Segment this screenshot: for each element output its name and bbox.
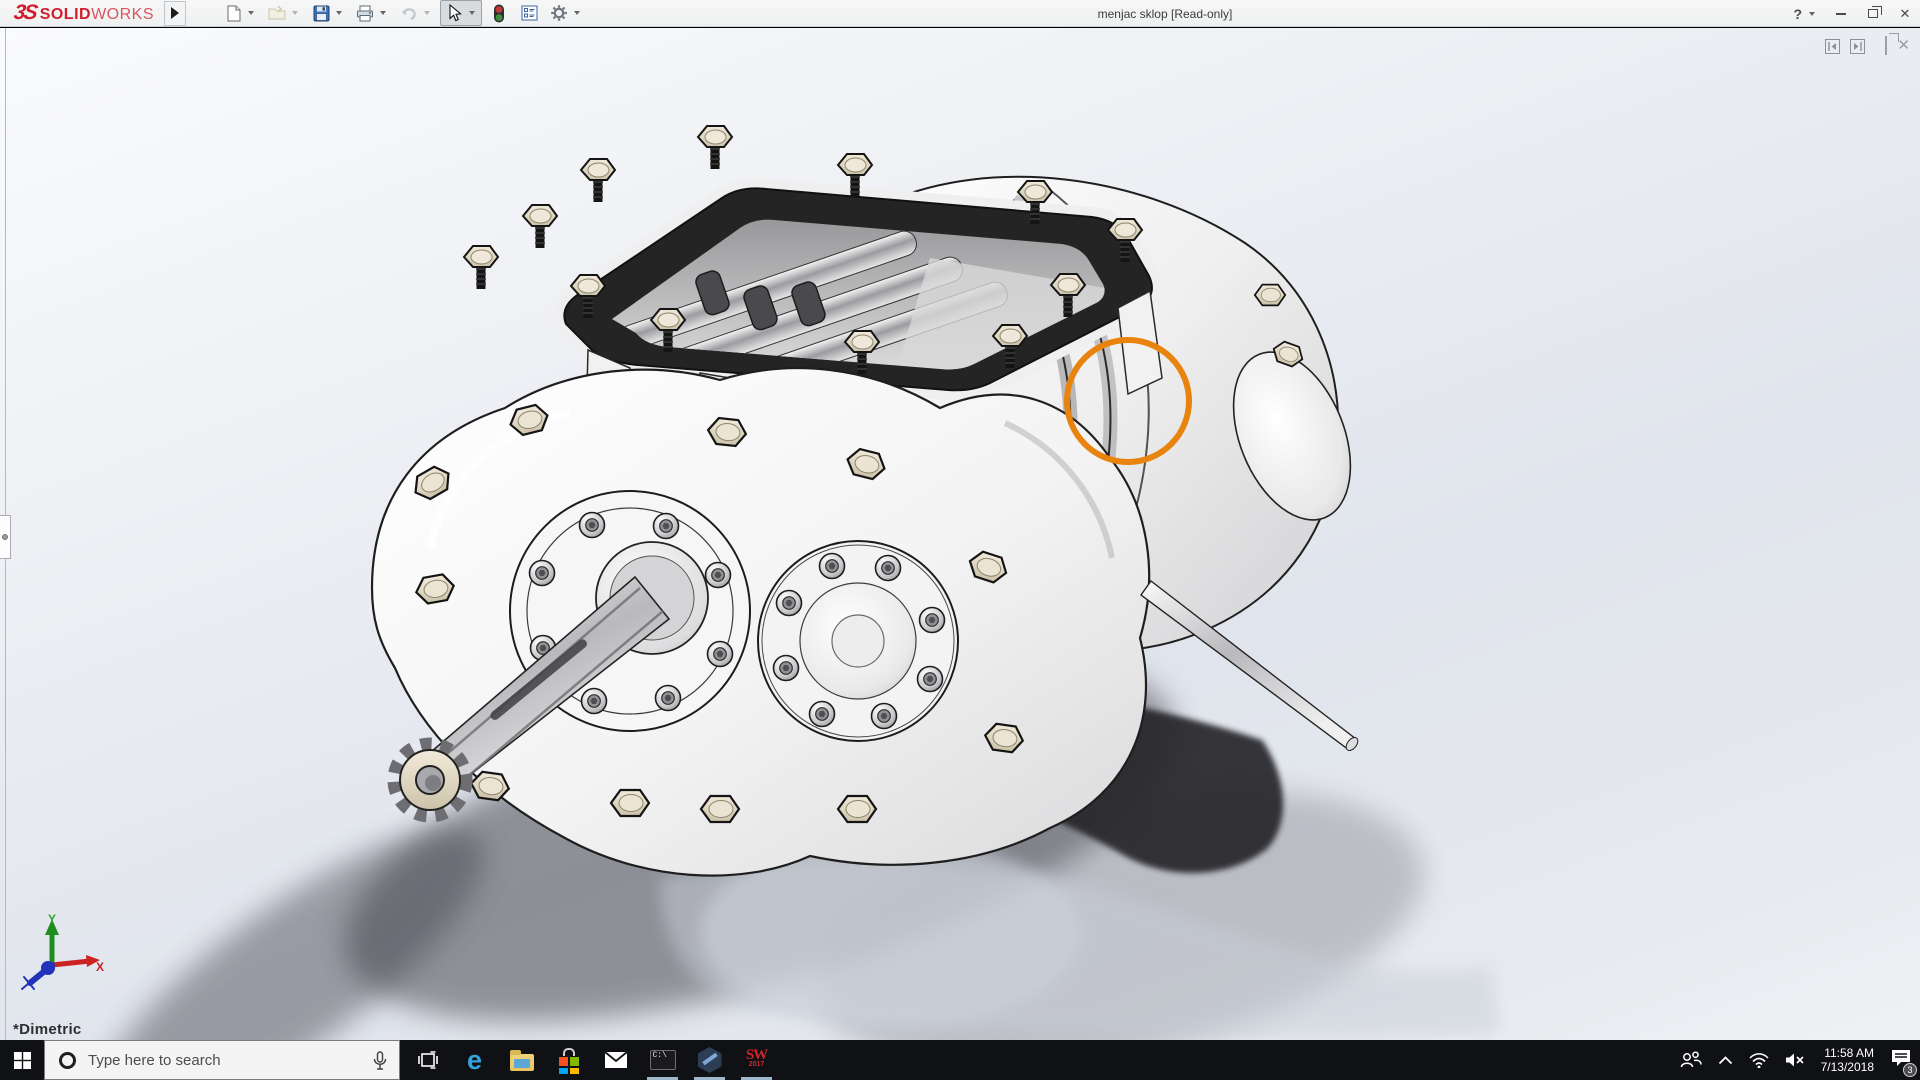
quick-access-toolbar xyxy=(220,0,586,26)
gearbox-3d-model[interactable] xyxy=(0,28,1920,1040)
featuremanager-splitter-tab[interactable] xyxy=(0,515,11,559)
undo-arrow-icon xyxy=(400,6,418,21)
pane-left-icon xyxy=(1827,41,1838,52)
help-dropdown[interactable] xyxy=(1809,12,1815,16)
people-icon[interactable] xyxy=(1680,1051,1702,1069)
mail-button[interactable] xyxy=(592,1040,639,1080)
open-folder-icon xyxy=(268,5,286,21)
print-icon xyxy=(356,5,374,22)
options-dropdown[interactable] xyxy=(574,11,580,15)
file-explorer-button[interactable] xyxy=(498,1040,545,1080)
minimize-icon xyxy=(1836,13,1846,15)
search-input[interactable] xyxy=(88,1052,373,1069)
restore-button[interactable] xyxy=(1864,5,1882,23)
doc-restore-icon xyxy=(1885,36,1887,55)
wifi-icon[interactable] xyxy=(1749,1053,1769,1068)
splitter-dot-icon xyxy=(2,534,8,540)
save-floppy-icon xyxy=(313,5,330,22)
command-prompt-icon: C:\ xyxy=(650,1050,676,1070)
taskbar-search[interactable] xyxy=(44,1040,400,1080)
action-center-button[interactable]: 3 xyxy=(1890,1048,1912,1073)
undo-button[interactable] xyxy=(399,3,419,23)
pane-right-button[interactable] xyxy=(1850,39,1865,54)
clock-date: 7/13/2018 xyxy=(1821,1060,1874,1074)
flyout-arrow-icon xyxy=(171,7,179,19)
hexagon-app-icon xyxy=(698,1047,722,1073)
triad-y-label: Y xyxy=(48,913,56,926)
volume-muted-icon[interactable] xyxy=(1785,1052,1805,1068)
open-button[interactable] xyxy=(267,3,287,23)
mail-icon xyxy=(604,1051,628,1069)
document-title: menjac sklop [Read-only] xyxy=(1020,7,1310,21)
restore-icon xyxy=(1868,9,1878,18)
windows-taskbar: e C:\ xyxy=(0,1040,1920,1080)
task-view-icon xyxy=(418,1051,438,1069)
menu-flyout-button[interactable] xyxy=(164,1,186,26)
orientation-triad: Y X xyxy=(10,913,105,998)
hidden-icons-chevron[interactable] xyxy=(1718,1056,1733,1065)
notification-badge: 3 xyxy=(1903,1063,1917,1077)
close-button[interactable]: ✕ xyxy=(1896,5,1914,23)
brand-works: WORKS xyxy=(91,6,154,24)
triad-x-label: X xyxy=(96,960,104,974)
options-button[interactable] xyxy=(549,3,569,23)
microphone-icon[interactable] xyxy=(373,1051,387,1070)
solidworks-logo: 3S SOLIDWORKS xyxy=(14,1,154,25)
taskbar-apps: e C:\ xyxy=(404,1040,780,1080)
gear-icon xyxy=(550,4,568,22)
cortana-icon[interactable] xyxy=(59,1052,76,1069)
rebuild-button[interactable] xyxy=(489,3,509,23)
pane-right-icon xyxy=(1852,41,1863,52)
print-dropdown[interactable] xyxy=(380,11,386,15)
new-document-icon xyxy=(225,5,242,22)
minimize-button[interactable] xyxy=(1832,5,1850,23)
select-tool-group xyxy=(440,0,482,26)
help-button[interactable]: ? xyxy=(1793,6,1802,22)
task-view-button[interactable] xyxy=(404,1040,451,1080)
print-button[interactable] xyxy=(355,3,375,23)
file-properties-button[interactable] xyxy=(519,3,539,23)
document-window-controls: ✕ xyxy=(1825,37,1910,55)
title-bar: 3S SOLIDWORKS xyxy=(0,0,1920,27)
hexagon-app-button[interactable] xyxy=(686,1040,733,1080)
edge-icon: e xyxy=(467,1047,482,1073)
new-dropdown[interactable] xyxy=(248,11,254,15)
clock-time: 11:58 AM xyxy=(1821,1046,1874,1060)
file-properties-icon xyxy=(521,5,538,21)
solidworks-logo-icon: 3S xyxy=(12,1,37,25)
save-dropdown[interactable] xyxy=(336,11,342,15)
select-cursor-button[interactable] xyxy=(444,3,464,23)
select-dropdown[interactable] xyxy=(469,11,475,15)
edge-button[interactable]: e xyxy=(451,1040,498,1080)
system-tray: 11:58 AM 7/13/2018 3 xyxy=(1680,1040,1920,1080)
file-explorer-icon xyxy=(510,1054,534,1071)
new-document-button[interactable] xyxy=(223,3,243,23)
solidworks-taskbar-button[interactable]: SW 2017 xyxy=(733,1040,780,1080)
solidworks-2017-icon: SW 2017 xyxy=(746,1050,767,1070)
pane-left-button[interactable] xyxy=(1825,39,1840,54)
rebuild-traffic-light-icon xyxy=(493,4,505,23)
brand-solid: SOLID xyxy=(40,6,91,24)
store-button[interactable] xyxy=(545,1040,592,1080)
open-dropdown[interactable] xyxy=(292,11,298,15)
start-button[interactable] xyxy=(0,1040,44,1080)
store-icon xyxy=(558,1050,580,1072)
graphics-viewport[interactable]: ✕ Y X *Dimetric xyxy=(0,28,1920,1040)
command-prompt-button[interactable]: C:\ xyxy=(639,1040,686,1080)
doc-restore-button[interactable] xyxy=(1885,37,1887,55)
view-orientation-label: *Dimetric xyxy=(13,1021,82,1038)
save-button[interactable] xyxy=(311,3,331,23)
cap-flange[interactable] xyxy=(758,541,958,741)
cursor-arrow-icon xyxy=(446,4,462,22)
solidworks-window: 3S SOLIDWORKS xyxy=(0,0,1920,1080)
undo-dropdown[interactable] xyxy=(424,11,430,15)
taskbar-clock[interactable]: 11:58 AM 7/13/2018 xyxy=(1821,1046,1874,1074)
windows-logo-icon xyxy=(14,1052,31,1069)
